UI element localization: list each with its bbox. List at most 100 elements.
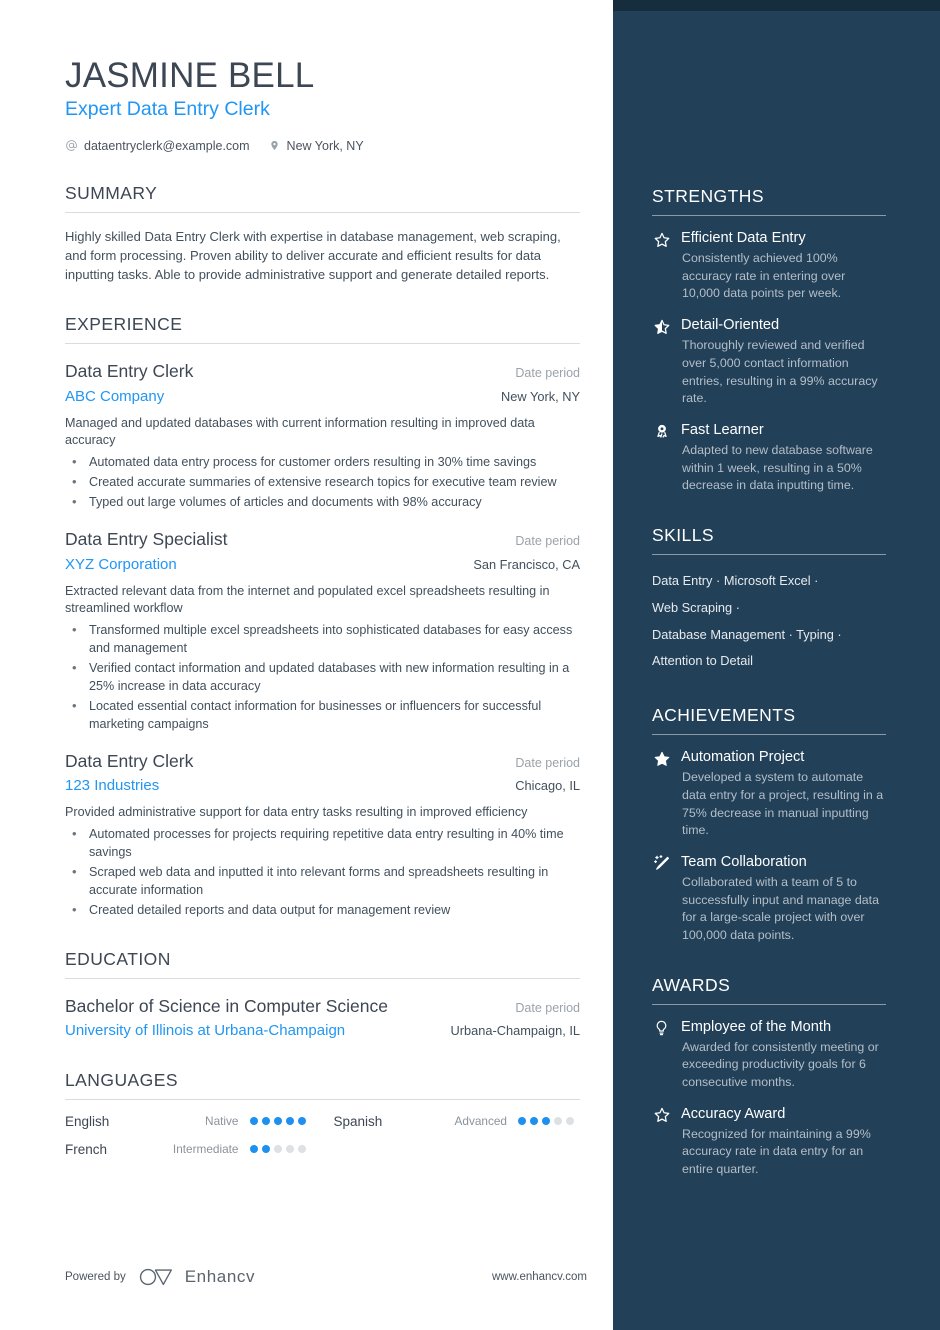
- language-level: Native: [205, 1114, 239, 1129]
- experience-bullet-list: Automated processes for projects requiri…: [65, 825, 580, 920]
- section-experience: EXPERIENCE Data Entry Clerk Date period …: [65, 314, 580, 920]
- section-achievements: ACHIEVEMENTS Automation Project Develope…: [652, 705, 886, 944]
- strength-item: Detail-Oriented Thoroughly reviewed and …: [652, 316, 886, 408]
- experience-entry-subheader: 123 Industries Chicago, IL: [65, 777, 580, 796]
- divider: [652, 553, 886, 555]
- skill-line: Web Scraping ·: [652, 599, 740, 615]
- language-name: Spanish: [333, 1113, 383, 1129]
- footer-website[interactable]: www.enhancv.com: [492, 1271, 587, 1283]
- language-rating-dot: [297, 1145, 306, 1154]
- experience-date: Date period: [515, 365, 580, 380]
- language-rating-dot: [273, 1145, 282, 1154]
- divider: [65, 211, 580, 213]
- language-rating-dot: [261, 1145, 270, 1154]
- experience-description: Extracted relevant data from the interne…: [65, 583, 550, 616]
- strength-item-title: Efficient Data Entry: [681, 230, 806, 246]
- divider: [65, 342, 580, 344]
- experience-bullet: Transformed multiple excel spreadsheets …: [65, 621, 580, 658]
- experience-bullet: Created accurate summaries of extensive …: [65, 473, 580, 492]
- experience-description: Managed and updated databases with curre…: [65, 415, 535, 448]
- language-rating-dot: [261, 1117, 270, 1126]
- experience-company[interactable]: 123 Industries: [65, 777, 159, 796]
- education-entry-subheader: University of Illinois at Urbana-Champai…: [65, 1022, 580, 1039]
- award-item-title: Accuracy Award: [681, 1105, 786, 1122]
- experience-entry: Data Entry Specialist Date period XYZ Co…: [65, 529, 580, 734]
- experience-company[interactable]: ABC Company: [65, 388, 164, 407]
- strength-item-description: Adapted to new database software within …: [682, 442, 873, 493]
- award-item-description: Recognized for maintaining a 99% accurac…: [682, 1126, 871, 1177]
- language-rating-dot: [518, 1117, 526, 1126]
- section-education: EDUCATION Bachelor of Science in Compute…: [65, 949, 580, 1039]
- star-outline-icon: [652, 230, 671, 249]
- language-rating-dot: [566, 1117, 574, 1126]
- language-rating: [518, 1117, 580, 1126]
- contact-location[interactable]: New York, NY: [268, 139, 364, 153]
- education-entry-header: Bachelor of Science in Computer Science …: [65, 996, 580, 1017]
- contact-email[interactable]: dataentryclerk@example.com: [65, 139, 250, 153]
- award-medal-icon: [652, 422, 671, 441]
- language-item: Spanish Advanced: [334, 1114, 581, 1129]
- language-rating-dot: [297, 1117, 306, 1126]
- skill-line: Database Management · Typing ·: [652, 626, 842, 642]
- enhancv-logo-icon[interactable]: Enhancv: [138, 1266, 255, 1288]
- language-rating-dot: [285, 1117, 294, 1126]
- experience-bullet: Typed out large volumes of articles and …: [65, 493, 580, 512]
- lightbulb-icon: [652, 1019, 671, 1038]
- language-name: French: [65, 1141, 108, 1157]
- language-item: English Native: [65, 1114, 312, 1129]
- powered-by-label: Powered by: [65, 1271, 126, 1283]
- star-outline-icon: [652, 1106, 671, 1125]
- languages-list: English Native Spanish Advanced French I…: [65, 1114, 580, 1157]
- experience-job-title: Data Entry Clerk: [65, 360, 194, 381]
- divider: [652, 215, 886, 216]
- experience-bullet: Verified contact information and updated…: [65, 659, 580, 696]
- experience-job-title: Data Entry Specialist: [65, 528, 228, 549]
- divider: [652, 734, 886, 736]
- achievement-item-title: Automation Project: [681, 749, 805, 766]
- language-rating-dot: [249, 1145, 258, 1154]
- achievement-item-description: Collaborated with a team of 5 to success…: [682, 875, 879, 942]
- language-rating-dot: [530, 1117, 538, 1126]
- award-item-title: Employee of the Month: [681, 1018, 832, 1035]
- strengths-list: Efficient Data Entry Consistently achiev…: [652, 229, 886, 495]
- experience-bullet: Automated data entry process for custome…: [65, 453, 580, 472]
- experience-date: Date period: [515, 533, 580, 548]
- section-summary: SUMMARY Highly skilled Data Entry Clerk …: [65, 183, 580, 284]
- sidebar-top-accent-bar: [613, 0, 940, 11]
- awards-title: AWARDS: [652, 974, 731, 995]
- experience-bullet: Scraped web data and inputted it into re…: [65, 863, 580, 900]
- experience-bullet: Created detailed reports and data output…: [65, 901, 580, 920]
- language-rating-dot: [273, 1117, 282, 1126]
- section-strengths: STRENGTHS Efficient Data Entry Consisten…: [652, 186, 886, 495]
- star-half-icon: [652, 317, 671, 336]
- language-rating: [249, 1117, 312, 1126]
- language-level: Advanced: [454, 1114, 507, 1129]
- contact-list: dataentryclerk@example.com New York, NY: [65, 139, 580, 153]
- page-title: JASMINE BELL: [65, 56, 315, 95]
- footer-brand: Powered by Enhancv: [65, 1266, 255, 1288]
- strength-item-title: Detail-Oriented: [681, 317, 780, 334]
- achievements-title: ACHIEVEMENTS: [652, 705, 796, 726]
- summary-title: SUMMARY: [65, 182, 158, 203]
- education-degree: Bachelor of Science in Computer Science: [65, 996, 388, 1017]
- achievement-item: Team Collaboration Collaborated with a t…: [652, 853, 886, 945]
- education-date: Date period: [515, 1001, 580, 1016]
- sidebar-content: STRENGTHS Efficient Data Entry Consisten…: [613, 11, 940, 1187]
- divider: [652, 1003, 886, 1005]
- achievement-item-title: Team Collaboration: [681, 853, 807, 870]
- experience-location: Chicago, IL: [515, 778, 580, 794]
- language-level: Intermediate: [172, 1142, 239, 1157]
- award-item: Accuracy Award Recognized for maintainin…: [652, 1105, 886, 1179]
- strength-item-description: Consistently achieved 100% accuracy rate…: [682, 251, 846, 301]
- experience-list: Data Entry Clerk Date period ABC Company…: [65, 361, 580, 920]
- language-rating: [249, 1145, 312, 1154]
- strength-item: Efficient Data Entry Consistently achiev…: [652, 229, 886, 303]
- sidebar: STRENGTHS Efficient Data Entry Consisten…: [613, 0, 940, 1330]
- education-school[interactable]: University of Illinois at Urbana-Champai…: [65, 1022, 345, 1039]
- language-rating-dot: [542, 1117, 550, 1126]
- divider: [65, 1098, 580, 1100]
- magic-wand-icon: [652, 854, 671, 873]
- award-item-description: Awarded for consistently meeting or exce…: [682, 1039, 879, 1090]
- language-item: French Intermediate: [65, 1142, 312, 1157]
- experience-company[interactable]: XYZ Corporation: [65, 556, 177, 575]
